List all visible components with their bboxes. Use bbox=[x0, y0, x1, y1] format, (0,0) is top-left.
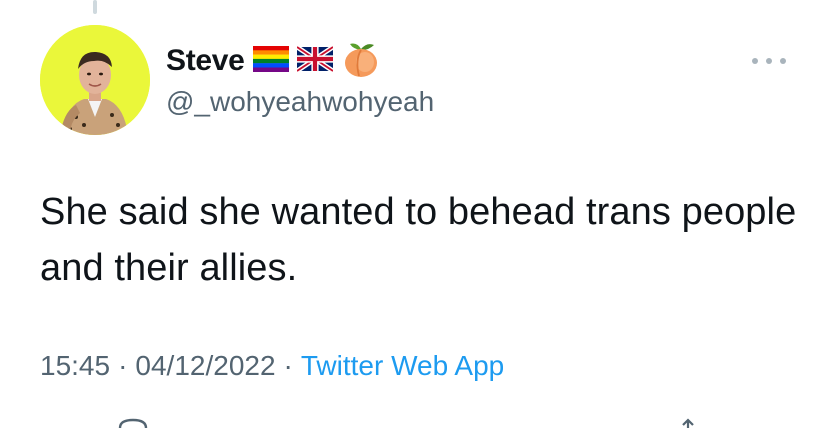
uk-flag-icon bbox=[295, 44, 334, 77]
author-handle[interactable]: @_wohyeahwohyeah bbox=[166, 86, 434, 118]
tweet-time[interactable]: 15:45 bbox=[40, 350, 110, 381]
tweet-meta: 15:45 · 04/12/2022 · Twitter Web App bbox=[40, 350, 504, 382]
reply-icon[interactable] bbox=[118, 418, 148, 428]
tweet-source-link[interactable]: Twitter Web App bbox=[301, 350, 504, 381]
more-options-icon[interactable] bbox=[752, 55, 786, 67]
peach-icon bbox=[341, 40, 381, 83]
avatar[interactable] bbox=[40, 25, 150, 135]
thread-connector-line bbox=[93, 0, 97, 14]
meta-separator: · bbox=[118, 350, 128, 381]
author-name-row: Steve bbox=[166, 40, 381, 82]
rainbow-flag-icon bbox=[252, 45, 289, 77]
author-display-name[interactable]: Steve bbox=[166, 44, 245, 78]
share-icon[interactable] bbox=[678, 418, 698, 428]
tweet-text: She said she wanted to behead trans peop… bbox=[40, 191, 797, 289]
tweet-date[interactable]: 04/12/2022 bbox=[135, 350, 275, 381]
avatar-photo bbox=[40, 25, 150, 135]
meta-separator: · bbox=[283, 350, 293, 381]
